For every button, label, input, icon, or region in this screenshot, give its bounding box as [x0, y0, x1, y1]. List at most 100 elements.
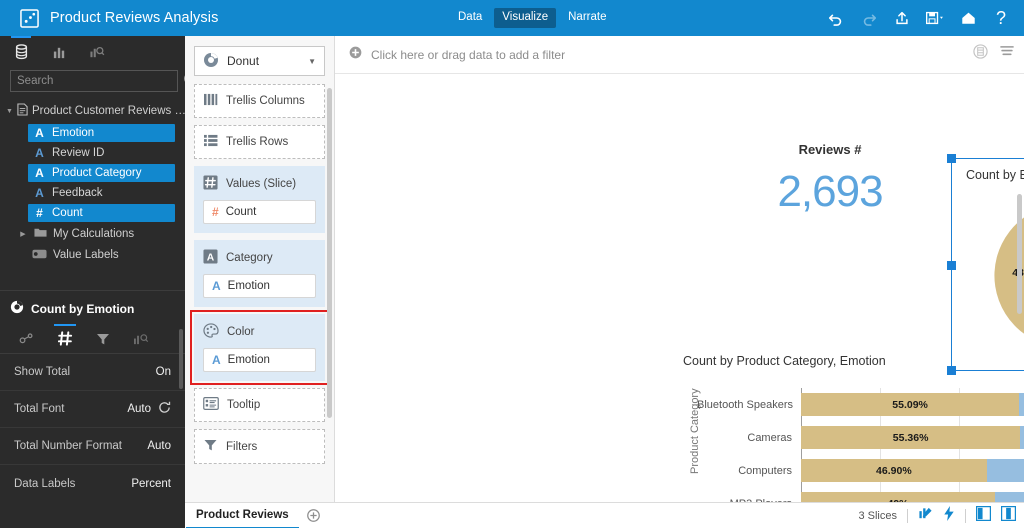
bar-category-label: Bluetooth Speakers [697, 398, 794, 411]
page-tab-product-reviews[interactable]: Product Reviews [186, 503, 299, 528]
prop-value[interactable]: On [156, 366, 171, 378]
shelf-zone-values-slice[interactable]: Values (Slice) # Count [194, 166, 325, 233]
properties-scrollbar[interactable] [179, 329, 183, 389]
kpi-tile[interactable]: Reviews # 2,693 [695, 142, 965, 217]
nav-data[interactable]: Data [450, 8, 490, 28]
prop-value[interactable]: Percent [131, 478, 171, 490]
bar-segment-positive[interactable]: 46.90% [801, 459, 987, 482]
zone-label: Filters [226, 440, 258, 453]
text-field-icon: A [35, 166, 44, 180]
shelf-zone-category[interactable]: A Category A Emotion [194, 240, 325, 307]
help-icon[interactable]: ? [986, 3, 1016, 33]
reset-icon[interactable] [158, 401, 171, 417]
nav-visualize[interactable]: Visualize [494, 8, 557, 28]
properties-panel: Count by Emotion Show Total On Total Fon… [0, 290, 185, 502]
shelf-zone-tooltip[interactable]: Tooltip [194, 388, 325, 422]
options-tab[interactable] [54, 323, 76, 353]
bar-row-computers[interactable]: Computers 46.90% 32.17% 20.93% [697, 454, 1024, 487]
data-source-icon[interactable] [973, 44, 988, 64]
ranks-tab[interactable] [130, 325, 152, 353]
pill-label: Count [225, 206, 257, 218]
value-labels-row[interactable]: Value Labels [28, 246, 175, 264]
search-input[interactable] [10, 70, 178, 92]
objects-tab[interactable] [46, 37, 72, 67]
data-source-node[interactable]: ▼ Product Customer Reviews … [0, 100, 186, 122]
resize-handle-w[interactable] [947, 261, 956, 270]
caret-right-icon[interactable]: ▶ [18, 230, 28, 238]
filter-bar[interactable]: Click here or drag data to add a filter [335, 36, 1024, 74]
donut-chart-tile[interactable]: Count by Emotion 3K 18.86% 32.75% 48.38% [947, 154, 1024, 375]
top-bar-actions: ? [821, 0, 1016, 36]
menu-icon[interactable] [1000, 45, 1014, 63]
main-nav: Data Visualize Narrate [450, 0, 614, 36]
redo-icon[interactable] [854, 3, 884, 33]
bar-segment-neutral[interactable]: 32.17% [986, 459, 1024, 482]
chevron-down-icon[interactable]: ▼ [308, 57, 316, 66]
prop-value-wrap[interactable]: Auto [127, 401, 171, 417]
roles-tab[interactable] [16, 325, 38, 353]
zone-label: Color [227, 326, 255, 338]
analytics-logo-icon [12, 8, 46, 28]
text-field-icon: A [35, 146, 44, 160]
analytics-tab[interactable] [84, 37, 110, 67]
data-tab[interactable] [8, 36, 34, 67]
text-field-icon: A [212, 279, 221, 293]
canvas-area: Reviews # 2,693 Count by Emotion 3K [335, 74, 1024, 528]
kpi-title: Reviews # [798, 142, 862, 157]
shelf-zone-color[interactable]: Color A Emotion [190, 310, 329, 385]
prop-total-number-format[interactable]: Total Number Format Auto [0, 428, 185, 465]
shelf-zone-filters[interactable]: Filters [194, 429, 325, 464]
pill-count[interactable]: # Count [203, 200, 316, 224]
bottom-bar-actions: 3 Slices [858, 505, 1017, 526]
shelf-zone-trellis-rows[interactable]: Trellis Rows [194, 125, 325, 159]
caret-down-icon[interactable]: ▼ [6, 108, 13, 115]
zone-label: Category [226, 252, 273, 264]
prop-label: Show Total [14, 366, 71, 378]
home-icon[interactable] [953, 3, 983, 33]
add-page-icon[interactable] [306, 509, 320, 522]
field-emotion[interactable]: A Emotion [28, 124, 175, 142]
filter-bar-text: Click here or drag data to add a filter [371, 47, 566, 62]
field-count[interactable]: # Count [28, 204, 175, 222]
bar-segment-positive[interactable]: 55.36% [801, 426, 1021, 449]
pill-emotion-category[interactable]: A Emotion [203, 274, 316, 298]
kpi-value: 2,693 [777, 167, 883, 216]
prop-show-total[interactable]: Show Total On [0, 354, 185, 391]
left-pane-toggle-icon[interactable] [975, 505, 992, 526]
left-panel: ▼ Product Customer Reviews … A Emotion A… [0, 36, 199, 502]
bar-row-cameras[interactable]: Cameras 55.36% 27.68% 16.96% [697, 421, 1024, 454]
resize-handle-nw[interactable] [947, 154, 956, 163]
bar-segment-neutral[interactable]: 27.69% [1019, 393, 1024, 416]
pill-label: Emotion [227, 354, 270, 366]
nav-narrate[interactable]: Narrate [560, 8, 614, 28]
field-review-id[interactable]: A Review ID [28, 144, 175, 162]
funnel-icon [203, 438, 218, 455]
prop-data-labels[interactable]: Data Labels Percent [0, 465, 185, 502]
value-labels-label: Value Labels [53, 249, 119, 261]
donut-icon [203, 52, 219, 71]
right-pane-toggle-icon[interactable] [1000, 505, 1017, 526]
undo-icon[interactable] [821, 3, 851, 33]
pill-emotion-color[interactable]: A Emotion [203, 348, 316, 372]
chart-type-select[interactable]: Donut ▼ [194, 46, 325, 76]
canvas-scrollbar[interactable] [1017, 194, 1022, 314]
bar-segment-neutral[interactable]: 27.68% [1020, 426, 1024, 449]
filters-tab[interactable] [92, 325, 114, 353]
chart-edit-icon[interactable] [918, 506, 933, 526]
field-label: Feedback [52, 187, 103, 199]
prop-total-font[interactable]: Total Font Auto [0, 391, 185, 428]
save-icon[interactable] [920, 3, 950, 33]
plus-circle-icon[interactable] [349, 46, 362, 64]
lightning-icon[interactable] [943, 505, 955, 526]
folder-my-calculations[interactable]: ▶ My Calculations [14, 225, 175, 243]
prop-value[interactable]: Auto [147, 440, 171, 452]
bar-category-label: Computers [738, 464, 792, 477]
field-feedback[interactable]: A Feedback [28, 184, 175, 202]
bar-segment-positive[interactable]: 55.09% [801, 393, 1020, 416]
share-icon[interactable] [887, 3, 917, 33]
field-product-category[interactable]: A Product Category [28, 164, 175, 182]
shelf-zone-trellis-columns[interactable]: Trellis Columns [194, 84, 325, 118]
roles-shelf-panel: Donut ▼ Trellis Columns Trellis Rows Val… [185, 36, 335, 502]
shelf-scrollbar[interactable] [327, 88, 332, 418]
bar-row-bluetooth-speakers[interactable]: Bluetooth Speakers 55.09% 27.69% 17.22% [697, 388, 1024, 421]
